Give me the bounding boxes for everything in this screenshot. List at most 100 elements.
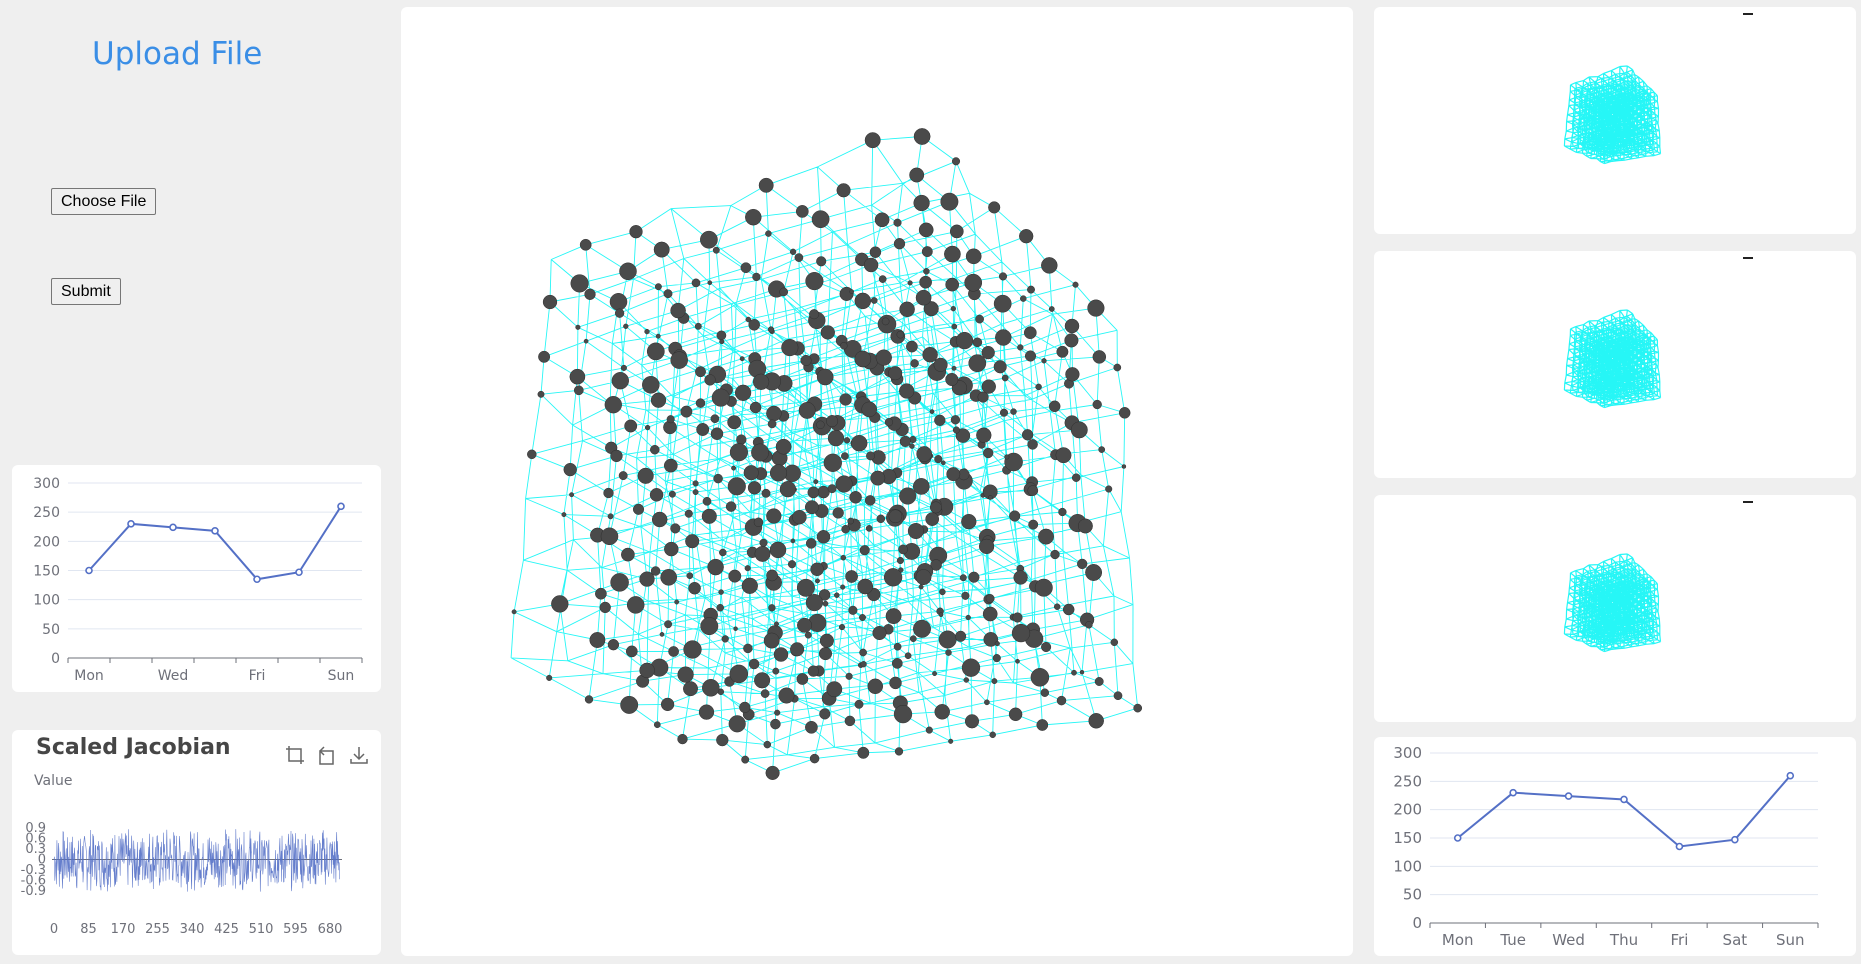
mesh-node	[1113, 691, 1123, 701]
mesh-node	[538, 350, 551, 363]
mesh-node	[1040, 688, 1050, 697]
mesh-node	[772, 667, 780, 675]
minimize-icon[interactable]	[1743, 257, 1753, 259]
mesh-node	[1048, 400, 1061, 413]
mesh-node	[885, 608, 902, 625]
mesh-node	[978, 538, 995, 555]
mesh-node	[1056, 345, 1069, 358]
mesh-node	[599, 601, 611, 614]
mesh-node	[854, 699, 864, 709]
mesh-node	[573, 385, 584, 396]
mini-view-2-panel[interactable]	[1374, 251, 1856, 478]
mesh-node	[685, 534, 700, 549]
mini-mesh-view-1	[1563, 65, 1662, 165]
mesh-node	[719, 548, 727, 557]
restore-icon[interactable]	[316, 744, 338, 766]
y-tick-label: 100	[1393, 857, 1422, 875]
mesh-node	[651, 511, 668, 528]
mesh-node	[894, 747, 904, 756]
submit-button[interactable]: Submit	[51, 278, 121, 305]
mesh-node	[933, 357, 948, 372]
line-chart-right-panel: 0 50 100 150 200 250 300 Mon Tue Wed Thu Fri Sat Sun	[1374, 737, 1856, 956]
mesh-node	[716, 733, 729, 747]
mesh-node	[702, 496, 712, 506]
mesh-node	[766, 508, 782, 524]
mesh-node	[1094, 677, 1104, 686]
mesh-node	[940, 460, 946, 466]
line-chart-right: 0 50 100 150 200 250 300 Mon Tue Wed Thu Fri Sat Sun	[1393, 744, 1819, 949]
mesh-node	[713, 473, 723, 484]
download-icon[interactable]	[348, 744, 370, 766]
data-point	[253, 575, 261, 584]
y-tick-label: 150	[33, 564, 60, 580]
mesh-node	[840, 554, 847, 561]
mini-view-1-panel[interactable]	[1374, 7, 1856, 234]
mesh-node	[646, 342, 665, 361]
mesh-node	[817, 485, 830, 499]
mesh-node	[819, 708, 831, 720]
mesh-node	[546, 674, 553, 681]
mesh-node	[584, 695, 594, 704]
mesh-node	[859, 614, 866, 621]
x-tick-label: 170	[111, 922, 136, 937]
minimize-icon[interactable]	[1743, 501, 1753, 503]
y-tick-label: 100	[33, 593, 60, 609]
mesh-node	[781, 339, 799, 357]
mesh-node	[944, 245, 961, 263]
mesh-node	[994, 641, 1000, 647]
mesh-node	[1008, 707, 1023, 722]
mesh-node	[569, 492, 575, 498]
data-point	[1564, 792, 1573, 800]
mesh-node	[1062, 603, 1075, 616]
mesh-node	[707, 558, 724, 576]
mesh-node	[867, 678, 884, 695]
mesh-node	[620, 364, 627, 371]
mesh-node	[832, 507, 844, 519]
mesh-node	[827, 430, 845, 447]
mesh-node	[1064, 333, 1079, 348]
mesh-node	[854, 350, 872, 368]
mesh-node	[704, 374, 716, 386]
mesh-node	[906, 340, 918, 353]
mesh-node	[991, 678, 998, 685]
mesh-node	[1133, 703, 1143, 713]
mesh-node	[1058, 507, 1067, 517]
mesh-node	[754, 545, 771, 562]
mesh-node	[563, 462, 577, 477]
data-point	[295, 568, 303, 577]
series-line	[53, 829, 340, 892]
data-point	[1786, 771, 1795, 780]
mesh-node	[976, 427, 992, 443]
mesh-node	[727, 415, 742, 430]
mesh-node	[660, 697, 675, 712]
mesh-node	[683, 640, 702, 659]
mesh-node	[1110, 638, 1119, 647]
mesh-node	[775, 438, 792, 455]
mini-view-3-panel[interactable]	[1374, 495, 1856, 722]
mesh-node	[1092, 399, 1102, 410]
mesh-node	[857, 578, 874, 595]
mesh-node	[666, 415, 675, 424]
x-tick-label: 85	[80, 922, 97, 937]
mesh-node	[770, 718, 781, 730]
mesh-viewer-panel[interactable]	[401, 7, 1353, 956]
mesh-node	[884, 418, 894, 427]
mesh-node	[1017, 344, 1024, 351]
mesh-node	[1038, 528, 1054, 545]
mesh-node	[818, 647, 833, 661]
minimize-icon[interactable]	[1743, 13, 1753, 15]
mesh-node	[789, 248, 797, 255]
mesh-node	[909, 635, 917, 643]
mesh-node	[769, 464, 788, 482]
choose-file-button[interactable]: Choose File	[51, 188, 157, 215]
y-tick-label: 300	[33, 476, 60, 492]
x-tick-label: Fri	[249, 668, 266, 684]
mesh-node	[749, 401, 762, 414]
mesh-node	[839, 393, 852, 406]
mesh-3d-view[interactable]	[401, 7, 1353, 956]
mesh-node	[964, 714, 980, 729]
mesh-node	[843, 437, 851, 444]
mesh-node	[774, 621, 779, 627]
zoom-icon[interactable]	[284, 744, 306, 766]
mesh-node	[728, 569, 742, 583]
